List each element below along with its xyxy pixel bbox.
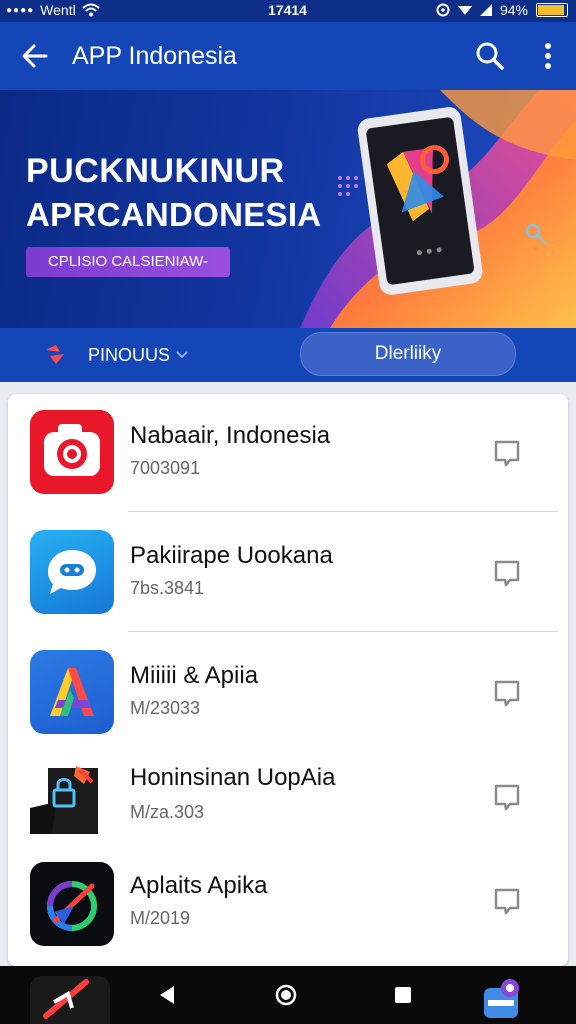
status-right: 94% — [436, 2, 568, 18]
lock-badge-icon — [30, 752, 114, 836]
carrier-label: Wentl — [40, 2, 76, 18]
back-button[interactable] — [20, 42, 50, 70]
compass-ring-icon — [30, 862, 114, 946]
sort-arrows-icon — [46, 345, 64, 364]
banner-headline-2: APRCANDONESIA — [26, 196, 322, 233]
app-name: Honinsinan UopAia — [130, 764, 336, 791]
search-button[interactable] — [474, 40, 506, 72]
colorful-a-icon — [30, 650, 114, 734]
app-subtitle: 7bs.3841 — [130, 578, 205, 598]
more-vert-icon — [545, 43, 551, 69]
battery-percent: 94% — [499, 2, 528, 18]
app-subtitle: M/za.303 — [130, 802, 205, 822]
nav-home-icon[interactable] — [274, 983, 298, 1007]
app-name: Pakiirape Uookana — [130, 542, 333, 569]
app-subtitle: M/23033 — [130, 698, 201, 718]
page-title: APP Indonesia — [72, 42, 237, 70]
clock: 17414 — [268, 2, 307, 18]
signal-strength-icon: ●●●● — [6, 4, 35, 16]
status-left: ●●●● Wentl — [6, 2, 100, 18]
category-dropdown-label: PINOUUS — [88, 344, 171, 365]
banner-dots — [338, 176, 358, 196]
app-subtitle: 7003091 — [130, 458, 201, 478]
list-item[interactable]: Aplaits Apika M/2019 — [8, 852, 568, 964]
list-item[interactable]: Pakiirape Uookana 7bs.3841 — [8, 514, 568, 626]
category-dropdown[interactable]: PINOUUS — [88, 342, 188, 368]
chevron-down-icon — [176, 351, 188, 359]
promo-banner[interactable]: PUCKNUKINUR APRCANDONESIA CPLISIO CALSIE… — [0, 90, 576, 328]
banner-cta-button[interactable]: CPLISIO CALSIENIAW- — [26, 247, 230, 277]
cell-signal-icon — [479, 4, 492, 16]
divider — [128, 511, 558, 512]
filter-chip[interactable]: Dlerliiky — [300, 332, 516, 376]
filter-row: PINOUUS Dlerliiky — [0, 328, 576, 382]
comment-icon[interactable] — [492, 886, 522, 916]
list-item[interactable]: Honinsinan UopAia M/za.303 — [8, 742, 568, 854]
list-item[interactable]: Nabaair, Indonesia 7003091 — [8, 394, 568, 506]
divider — [128, 631, 558, 632]
comment-icon[interactable] — [492, 678, 522, 708]
battery-fill — [538, 5, 565, 15]
system-nav-bar — [0, 966, 576, 1024]
blue-chat-icon — [30, 530, 114, 614]
app-name: Nabaair, Indonesia — [130, 422, 331, 449]
red-camera-icon — [30, 410, 114, 494]
wifi-signal-icon — [457, 6, 472, 15]
arrow-left-icon — [22, 44, 48, 68]
more-options-button[interactable] — [536, 40, 560, 72]
app-subtitle: M/2019 — [130, 908, 191, 928]
app-list: Nabaair, Indonesia 7003091 Pakiirape Uoo… — [8, 394, 568, 966]
search-icon — [476, 42, 504, 70]
nav-back-icon[interactable] — [156, 984, 178, 1006]
status-bar: ●●●● Wentl 17414 94% — [0, 0, 576, 22]
app-name: Aplaits Apika — [130, 872, 268, 899]
comment-icon[interactable] — [492, 782, 522, 812]
pinned-app-icon[interactable] — [28, 972, 112, 1024]
comment-icon[interactable] — [492, 438, 522, 468]
nav-recents-icon[interactable] — [393, 985, 413, 1005]
app-name: Miiiii & Apiia — [130, 662, 259, 689]
battery-icon — [536, 3, 568, 17]
list-item[interactable]: Miiiii & Apiia M/23033 — [8, 634, 568, 746]
assistant-badge-icon[interactable] — [480, 976, 526, 1022]
app-bar: APP Indonesia — [0, 22, 576, 90]
banner-headline-1: PUCKNUKINUR — [26, 152, 285, 190]
comment-icon[interactable] — [492, 558, 522, 588]
alarm-icon — [436, 3, 450, 17]
wifi-icon — [82, 3, 100, 17]
